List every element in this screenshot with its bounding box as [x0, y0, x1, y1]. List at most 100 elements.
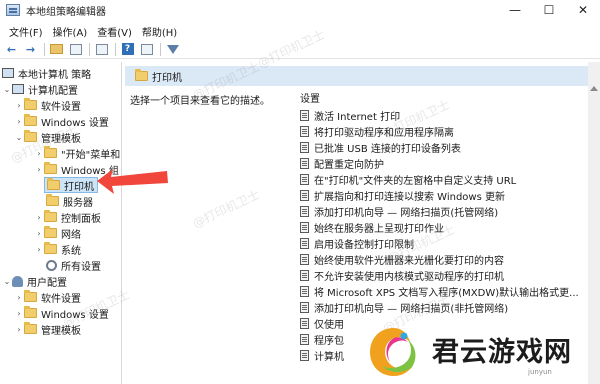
- tree-item-printers[interactable]: 打印机: [44, 177, 98, 193]
- policy-setting-row[interactable]: 不允许安装使用内核模式驱动程序的打印机: [300, 267, 504, 283]
- chevron-right-icon[interactable]: ›: [14, 325, 24, 334]
- policy-setting-label: 计算机: [314, 351, 344, 363]
- settings-column-header[interactable]: 设置: [300, 90, 320, 105]
- chevron-down-icon[interactable]: ⌄: [2, 277, 12, 286]
- tree-item-windows-components[interactable]: › Windows 组: [34, 161, 119, 177]
- help-button[interactable]: ?: [119, 42, 136, 57]
- tree-item-server[interactable]: 服务器: [46, 193, 93, 209]
- policy-editor-icon: [6, 4, 20, 16]
- menu-help[interactable]: 帮助(H): [137, 24, 182, 39]
- policy-setting-row[interactable]: 激活 Internet 打印: [300, 107, 400, 123]
- policy-setting-row[interactable]: 程序包: [300, 331, 344, 347]
- maximize-button[interactable]: ☐: [532, 0, 566, 20]
- computer-policy-icon: [2, 68, 14, 78]
- policy-setting-row[interactable]: 仅使用: [300, 315, 344, 331]
- policy-setting-row[interactable]: 在"打印机"文件夹的左窗格中自定义支持 URL: [300, 171, 516, 187]
- show-hide-tree-button[interactable]: [67, 42, 84, 57]
- back-button[interactable]: ←: [3, 42, 20, 57]
- policy-setting-icon: [300, 269, 309, 281]
- forward-button[interactable]: →: [22, 42, 39, 57]
- filter-button[interactable]: [164, 42, 181, 57]
- tree-item-label: 系统: [61, 245, 81, 257]
- filter-icon: [166, 44, 179, 54]
- export-list-button[interactable]: [93, 42, 110, 57]
- tree-item-software-settings[interactable]: › 软件设置: [14, 97, 81, 113]
- tree-item-root[interactable]: 本地计算机 策略: [2, 65, 91, 81]
- close-button[interactable]: ✕: [566, 0, 600, 20]
- chevron-right-icon[interactable]: ›: [34, 165, 44, 174]
- tree-item-label: 服务器: [63, 197, 93, 209]
- tree-item-computer-config[interactable]: ⌄ 计算机配置: [2, 81, 78, 97]
- minimize-button[interactable]: —: [498, 0, 532, 20]
- policy-setting-icon: [300, 221, 309, 233]
- policy-setting-label: 扩展指向和打印连接以搜索 Windows 更新: [314, 191, 505, 203]
- tree-item-label: "开始"菜单和: [61, 149, 121, 161]
- scroll-up-arrow-icon[interactable]: [590, 86, 598, 91]
- chevron-right-icon[interactable]: ›: [34, 213, 44, 222]
- toolbar-separator: [115, 42, 116, 56]
- tree-item-label: 网络: [61, 229, 81, 241]
- policy-setting-icon: [300, 189, 309, 201]
- policy-setting-label: 不允许安装使用内核模式驱动程序的打印机: [314, 271, 504, 283]
- details-header: 打印机: [125, 66, 600, 86]
- tree-item-label: 所有设置: [61, 261, 101, 273]
- folder-icon: [135, 69, 148, 81]
- folder-icon: [44, 242, 57, 254]
- chevron-right-icon[interactable]: ›: [14, 117, 24, 126]
- policy-setting-row[interactable]: 将打印驱动程序和应用程序隔离: [300, 123, 454, 139]
- policy-setting-row[interactable]: 计算机: [300, 347, 344, 363]
- tree-item-network[interactable]: › 网络: [34, 225, 81, 241]
- policy-setting-row[interactable]: 添加打印机向导 — 网络扫描页(托管网络): [300, 203, 498, 219]
- chevron-right-icon[interactable]: ›: [14, 101, 24, 110]
- policy-setting-row[interactable]: 已批准 USB 连接的打印设备列表: [300, 139, 461, 155]
- title-bar: 本地组策略编辑器 — ☐ ✕: [0, 0, 600, 20]
- folder-icon: [24, 114, 37, 126]
- tree-item-label: 本地计算机 策略: [18, 69, 92, 81]
- properties-button[interactable]: [138, 42, 155, 57]
- folder-icon: [24, 290, 37, 302]
- folder-icon: [44, 226, 57, 238]
- console-tree-icon: [69, 43, 82, 55]
- tree-item-control-panel[interactable]: › 控制面板: [34, 209, 101, 225]
- policy-setting-label: 激活 Internet 打印: [314, 111, 401, 123]
- folder-icon: [46, 194, 59, 206]
- folder-up-icon: [50, 44, 63, 54]
- chevron-right-icon[interactable]: ›: [34, 245, 44, 254]
- tree-item-system[interactable]: › 系统: [34, 241, 81, 257]
- tree-item-all-settings[interactable]: 所有设置: [46, 257, 101, 273]
- menu-view[interactable]: 查看(V): [92, 24, 137, 39]
- user-config-icon: [12, 275, 23, 287]
- chevron-down-icon[interactable]: ⌄: [14, 133, 24, 142]
- chevron-down-icon[interactable]: ⌄: [2, 85, 12, 94]
- folder-icon: [44, 162, 57, 174]
- policy-setting-icon: [300, 285, 309, 297]
- tree-item-label: 软件设置: [41, 101, 81, 113]
- policy-setting-row[interactable]: 扩展指向和打印连接以搜索 Windows 更新: [300, 187, 505, 203]
- policy-setting-row[interactable]: 配置重定向防护: [300, 155, 384, 171]
- forward-arrow-icon: →: [25, 42, 36, 56]
- tree-item-user-config[interactable]: ⌄ 用户配置: [2, 273, 67, 289]
- up-level-button[interactable]: [48, 42, 65, 57]
- policy-setting-label: 在"打印机"文件夹的左窗格中自定义支持 URL: [314, 175, 517, 187]
- chevron-right-icon[interactable]: ›: [34, 229, 44, 238]
- menu-action[interactable]: 操作(A): [48, 24, 93, 39]
- folder-icon: [24, 322, 37, 334]
- tree-item-label: 软件设置: [41, 293, 81, 305]
- chevron-right-icon[interactable]: ›: [14, 293, 24, 302]
- toolbar-separator: [89, 42, 90, 56]
- policy-setting-icon: [300, 109, 309, 121]
- folder-icon: [44, 210, 57, 222]
- chevron-right-icon[interactable]: ›: [14, 309, 24, 318]
- menu-file[interactable]: 文件(F): [4, 24, 48, 39]
- export-list-icon: [95, 43, 108, 55]
- tree-item-label: 用户配置: [27, 277, 67, 289]
- back-arrow-icon: ←: [6, 42, 17, 56]
- computer-icon: [12, 84, 24, 94]
- vertical-scrollbar[interactable]: [588, 62, 600, 384]
- properties-icon: [140, 43, 153, 55]
- policy-setting-icon: [300, 317, 309, 329]
- tree-item-user-software-settings[interactable]: › 软件设置: [14, 289, 81, 305]
- brand-url: junyun: [528, 368, 552, 376]
- policy-setting-icon: [300, 301, 309, 313]
- policy-setting-icon: [300, 173, 309, 185]
